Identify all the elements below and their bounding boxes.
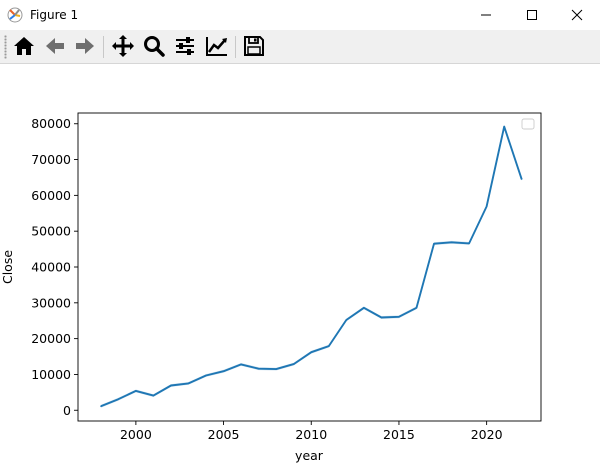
data-point (293, 363, 295, 365)
x-tick-label: 2005 (208, 427, 240, 442)
x-tick-label: 2020 (471, 427, 503, 442)
minimize-icon (481, 14, 491, 16)
data-point (433, 243, 435, 245)
data-point (328, 345, 330, 347)
configure-subplots-icon (176, 37, 194, 55)
y-tick-label: 70000 (31, 152, 71, 167)
toolbar-grip (4, 35, 7, 59)
edit-axis-button[interactable] (204, 33, 230, 59)
y-tick-label: 20000 (31, 331, 71, 346)
data-point (100, 405, 102, 407)
data-point (240, 363, 242, 365)
forward-button[interactable] (72, 33, 98, 59)
y-tick-label: 30000 (31, 295, 71, 310)
toolbar-separator (103, 36, 104, 58)
data-point (451, 241, 453, 243)
data-point (380, 316, 382, 319)
back-button[interactable] (42, 33, 68, 59)
data-point (170, 384, 172, 387)
zoom-icon (144, 36, 165, 57)
pan-icon (112, 35, 134, 57)
y-tick-label: 40000 (31, 260, 71, 275)
line-chart: 0 10000 20000 30000 40000 50000 60000 70000 8000… (0, 112, 542, 463)
legend-box (521, 118, 535, 130)
x-tick-label: 2010 (295, 427, 327, 442)
forward-arrow-icon (76, 38, 94, 54)
x-axis-label: year (295, 448, 324, 463)
data-point (135, 390, 137, 392)
data-point (398, 316, 400, 318)
y-tick-label: 60000 (31, 188, 71, 203)
back-arrow-icon (46, 38, 64, 54)
minimize-button[interactable] (463, 0, 509, 30)
plot-area (77, 112, 542, 422)
save-button[interactable] (241, 33, 267, 59)
figure-canvas[interactable]: 0 10000 20000 30000 40000 50000 60000 70000 8000… (0, 64, 600, 464)
data-point (275, 368, 277, 370)
navigation-toolbar (0, 30, 600, 64)
data-point (117, 398, 119, 400)
x-tick-label: 2000 (120, 427, 152, 442)
data-point (345, 319, 347, 321)
home-icon (14, 37, 34, 55)
x-tick-label: 2015 (383, 427, 415, 442)
data-point (468, 242, 470, 244)
data-point (503, 126, 505, 128)
data-point (205, 374, 207, 377)
home-button[interactable] (11, 33, 37, 59)
title-bar: Figure 1 (0, 0, 600, 30)
y-axis-label: Close (0, 250, 15, 284)
configure-subplots-button[interactable] (172, 33, 198, 59)
data-point (521, 178, 523, 180)
data-point (310, 351, 312, 353)
data-point (223, 370, 225, 372)
y-tick-label: 10000 (31, 367, 71, 382)
data-point (363, 307, 365, 309)
edit-axis-icon (206, 37, 227, 56)
window-title: Figure 1 (30, 8, 79, 22)
data-point (415, 307, 418, 309)
data-point (258, 368, 260, 370)
pan-button[interactable] (110, 33, 136, 59)
save-icon (244, 36, 264, 56)
data-point (187, 382, 190, 384)
data-point (152, 395, 154, 397)
maximize-button[interactable] (509, 0, 555, 30)
y-tick-label: 50000 (31, 224, 71, 239)
toolbar-separator (235, 36, 236, 58)
y-tick-label: 0 (63, 403, 71, 418)
data-point (486, 205, 488, 208)
close-icon (571, 9, 583, 21)
close-button[interactable] (554, 0, 600, 30)
y-tick-label: 80000 (31, 116, 71, 131)
maximize-icon (527, 10, 537, 20)
zoom-button[interactable] (141, 33, 167, 59)
matplotlib-app-icon (7, 7, 23, 23)
